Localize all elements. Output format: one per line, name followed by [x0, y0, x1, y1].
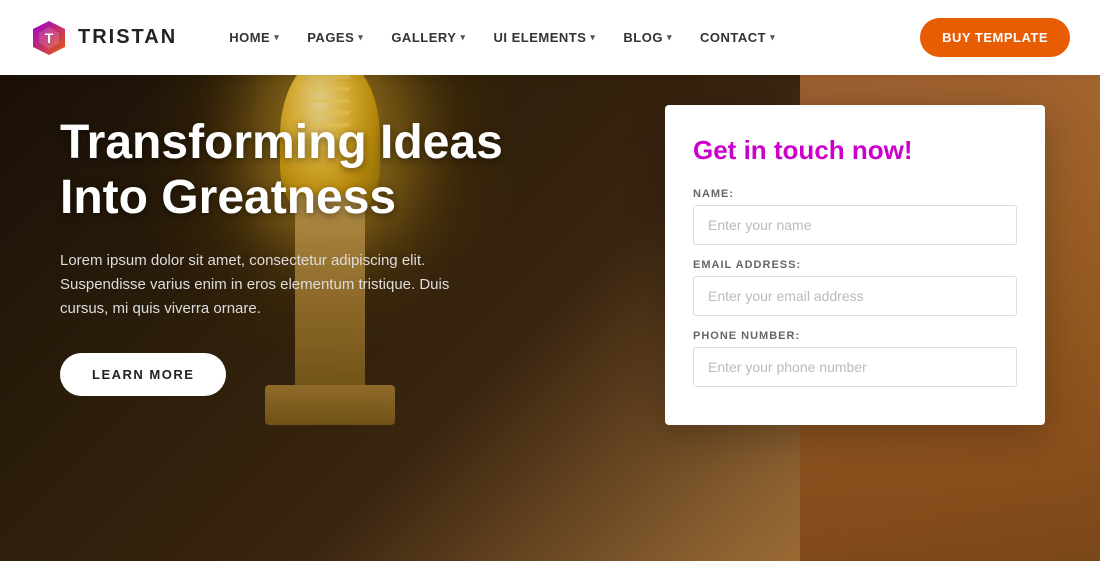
- nav-item-blog[interactable]: BLOG ▾: [611, 22, 684, 53]
- hero-title: Transforming Ideas Into Greatness: [60, 115, 540, 225]
- hero-section: Transforming Ideas Into Greatness Lorem …: [0, 75, 1100, 561]
- hero-content: Transforming Ideas Into Greatness Lorem …: [60, 115, 540, 396]
- chevron-down-icon: ▾: [590, 32, 595, 43]
- nav-links: HOME ▾ PAGES ▾ GALLERY ▾ UI ELEMENTS ▾ B…: [217, 18, 1070, 57]
- nav-item-contact[interactable]: CONTACT ▾: [688, 22, 787, 53]
- phone-label: PHONE NUMBER:: [693, 330, 1017, 342]
- contact-form-card: Get in touch now! NAME: EMAIL ADDRESS: P…: [665, 105, 1045, 425]
- email-label: EMAIL ADDRESS:: [693, 259, 1017, 271]
- chevron-down-icon: ▾: [770, 32, 775, 43]
- learn-more-button[interactable]: LEARN MORE: [60, 353, 226, 396]
- chevron-down-icon: ▾: [358, 32, 363, 43]
- nav-item-home[interactable]: HOME ▾: [217, 22, 291, 53]
- logo-icon: T: [30, 19, 68, 57]
- form-group-phone: PHONE NUMBER:: [693, 330, 1017, 387]
- svg-text:T: T: [45, 30, 54, 46]
- form-group-name: NAME:: [693, 188, 1017, 245]
- name-input[interactable]: [693, 205, 1017, 245]
- nav-item-gallery[interactable]: GALLERY ▾: [379, 22, 477, 53]
- buy-template-button[interactable]: BUY TEMPLATE: [920, 18, 1070, 57]
- chevron-down-icon: ▾: [274, 32, 279, 43]
- email-input[interactable]: [693, 276, 1017, 316]
- form-group-email: EMAIL ADDRESS:: [693, 259, 1017, 316]
- nav-item-pages[interactable]: PAGES ▾: [295, 22, 375, 53]
- logo[interactable]: T TRISTAN: [30, 19, 177, 57]
- hero-description: Lorem ipsum dolor sit amet, consectetur …: [60, 249, 490, 321]
- form-title: Get in touch now!: [693, 135, 1017, 166]
- name-label: NAME:: [693, 188, 1017, 200]
- logo-text: TRISTAN: [78, 26, 177, 49]
- phone-input[interactable]: [693, 347, 1017, 387]
- navbar: T TRISTAN HOME ▾ PAGES ▾ GALLERY ▾ UI EL…: [0, 0, 1100, 75]
- chevron-down-icon: ▾: [460, 32, 465, 43]
- chevron-down-icon: ▾: [667, 32, 672, 43]
- nav-item-ui-elements[interactable]: UI ELEMENTS ▾: [481, 22, 607, 53]
